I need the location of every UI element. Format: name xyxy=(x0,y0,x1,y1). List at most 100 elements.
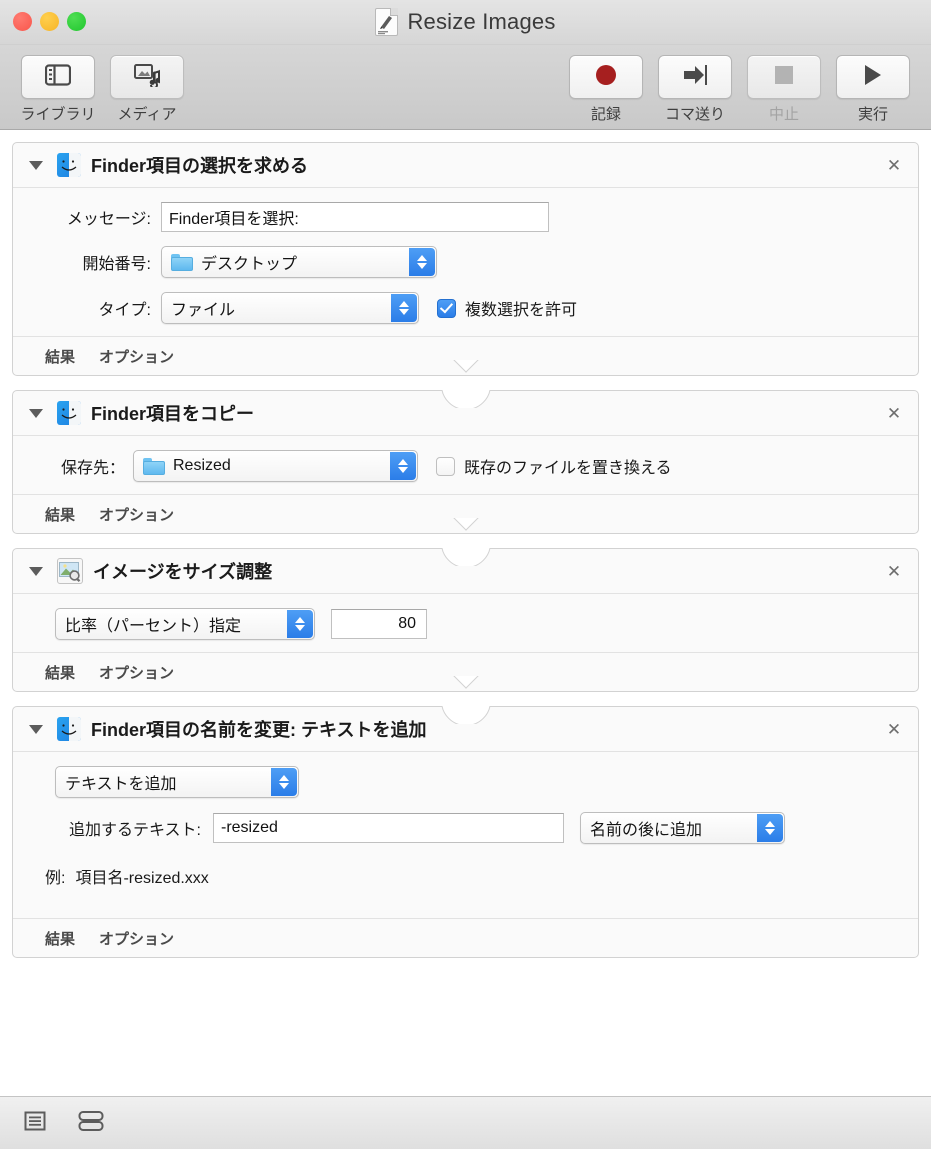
run-play-icon xyxy=(862,63,884,92)
disclosure-triangle-icon[interactable] xyxy=(29,724,43,734)
workflow-canvas: Finder項目の選択を求める ✕ メッセージ: Finder項目を選択: 開始… xyxy=(0,130,931,1096)
action-block-rename-finder-items: Finder項目の名前を変更: テキストを追加 ✕ テキストを追加 追加するテキ… xyxy=(12,706,919,958)
finder-icon xyxy=(57,153,81,177)
action-header[interactable]: Finder項目の名前を変更: テキストを追加 ✕ xyxy=(13,707,918,752)
action-footer: 結果 オプション xyxy=(13,494,918,533)
results-link[interactable]: 結果 xyxy=(45,346,75,367)
start-at-popup[interactable]: デスクトップ xyxy=(161,246,437,278)
maximize-window-button[interactable] xyxy=(67,12,86,31)
scale-mode-row: 比率（パーセント）指定 80 xyxy=(29,608,902,640)
close-window-button[interactable] xyxy=(13,12,32,31)
type-label: タイプ: xyxy=(98,302,151,319)
message-label: メッセージ: xyxy=(66,211,151,228)
allow-multiple-checkbox-label: 複数選択を許可 xyxy=(465,302,578,319)
results-link[interactable]: 結果 xyxy=(45,928,75,949)
stepper-chevrons-icon[interactable] xyxy=(287,610,313,638)
action-title: Finder項目をコピー xyxy=(91,404,255,424)
library-button[interactable] xyxy=(21,55,95,99)
minimize-window-button[interactable] xyxy=(40,12,59,31)
stop-square-icon xyxy=(773,64,795,91)
replace-existing-checkbox-label: 既存のファイルを置き換える xyxy=(464,460,672,477)
action-header[interactable]: イメージをサイズ調整 ✕ xyxy=(13,549,918,594)
start-at-row: 開始番号: デスクトップ xyxy=(29,246,902,278)
stepper-chevrons-icon[interactable] xyxy=(757,814,783,842)
destination-popup[interactable]: Resized xyxy=(133,450,418,482)
close-icon[interactable]: ✕ xyxy=(884,719,904,739)
run-button[interactable] xyxy=(836,55,910,99)
action-footer: 結果 オプション xyxy=(13,652,918,691)
options-link[interactable]: オプション xyxy=(99,346,174,367)
blue-folder-icon xyxy=(143,457,165,475)
action-title: イメージをサイズ調整 xyxy=(93,562,273,582)
allow-multiple-checkbox-wrap[interactable]: 複数選択を許可 xyxy=(437,296,577,320)
scale-mode-popup-value: 比率（パーセント）指定 xyxy=(65,618,242,635)
results-link[interactable]: 結果 xyxy=(45,662,75,683)
replace-existing-checkbox-wrap[interactable]: 既存のファイルを置き換える xyxy=(436,454,672,478)
type-popup[interactable]: ファイル xyxy=(161,292,419,324)
start-at-popup-value: デスクトップ xyxy=(201,256,298,273)
add-text-input[interactable]: -resized xyxy=(213,813,564,843)
destination-row: 保存先： Resized 既存のファイルを置き換える xyxy=(29,450,902,482)
action-header[interactable]: Finder項目の選択を求める ✕ xyxy=(13,143,918,188)
finder-icon xyxy=(57,717,81,741)
record-circle-icon xyxy=(594,63,618,92)
image-resize-icon xyxy=(57,558,83,584)
add-position-popup[interactable]: 名前の後に追加 xyxy=(580,812,785,844)
close-icon[interactable]: ✕ xyxy=(884,155,904,175)
toolbar-left-group: ライブラリ メディア xyxy=(20,55,184,124)
scale-mode-popup[interactable]: 比率（パーセント）指定 xyxy=(55,608,315,640)
toolbar-item-run[interactable]: 実行 xyxy=(836,55,910,124)
close-icon[interactable]: ✕ xyxy=(884,561,904,581)
toolbar-item-library[interactable]: ライブラリ xyxy=(20,55,96,124)
example-label: 例: xyxy=(45,870,66,887)
message-input[interactable]: Finder項目を選択: xyxy=(161,202,549,232)
split-view-button[interactable] xyxy=(76,1110,106,1136)
toolbar-item-step[interactable]: コマ送り xyxy=(658,55,732,124)
scale-value-input[interactable]: 80 xyxy=(331,609,427,639)
disclosure-triangle-icon[interactable] xyxy=(29,160,43,170)
library-button-label: ライブラリ xyxy=(20,106,96,123)
toolbar-right-group: 記録 コマ送り 中止 実行 xyxy=(569,55,910,124)
blue-folder-icon xyxy=(171,253,193,271)
action-footer: 結果 オプション xyxy=(13,918,918,957)
disclosure-triangle-icon[interactable] xyxy=(29,408,43,418)
results-link[interactable]: 結果 xyxy=(45,504,75,525)
options-link[interactable]: オプション xyxy=(99,504,174,525)
list-view-icon xyxy=(23,1109,47,1138)
media-button-label: メディア xyxy=(117,106,177,123)
rename-mode-row: テキストを追加 xyxy=(29,766,902,798)
action-footer: 結果 オプション xyxy=(13,336,918,375)
action-title: Finder項目の名前を変更: テキストを追加 xyxy=(91,720,427,740)
stepper-chevrons-icon[interactable] xyxy=(390,452,416,480)
stop-button-label: 中止 xyxy=(768,106,799,123)
options-link[interactable]: オプション xyxy=(99,928,174,949)
stepper-chevrons-icon[interactable] xyxy=(271,768,297,796)
add-text-row: 追加するテキスト: -resized 名前の後に追加 xyxy=(29,812,902,844)
stepper-chevrons-icon[interactable] xyxy=(409,248,435,276)
stop-button xyxy=(747,55,821,99)
run-button-label: 実行 xyxy=(857,106,888,123)
allow-multiple-checkbox[interactable] xyxy=(437,298,456,318)
replace-existing-checkbox[interactable] xyxy=(436,456,455,476)
automator-workflow-document-icon xyxy=(375,8,399,36)
action-body: メッセージ: Finder項目を選択: 開始番号: デスクトップ タイプ: ファ… xyxy=(13,188,918,336)
message-row: メッセージ: Finder項目を選択: xyxy=(29,202,902,232)
title-bar: Resize Images xyxy=(0,0,931,45)
close-icon[interactable]: ✕ xyxy=(884,403,904,423)
step-button[interactable] xyxy=(658,55,732,99)
log-view-button[interactable] xyxy=(20,1110,50,1136)
split-view-icon xyxy=(77,1109,105,1138)
toolbar-item-record[interactable]: 記録 xyxy=(569,55,643,124)
action-block-copy-finder-items: Finder項目をコピー ✕ 保存先： Resized 既存のファイルを置き換え… xyxy=(12,390,919,534)
record-button-label: 記録 xyxy=(590,106,621,123)
options-link[interactable]: オプション xyxy=(99,662,174,683)
rename-mode-popup[interactable]: テキストを追加 xyxy=(55,766,299,798)
record-button[interactable] xyxy=(569,55,643,99)
action-block-ask-for-finder-items: Finder項目の選択を求める ✕ メッセージ: Finder項目を選択: 開始… xyxy=(12,142,919,376)
media-button[interactable] xyxy=(110,55,184,99)
action-header[interactable]: Finder項目をコピー ✕ xyxy=(13,391,918,436)
toolbar-item-media[interactable]: メディア xyxy=(110,55,184,124)
library-sidebar-icon xyxy=(44,63,72,91)
stepper-chevrons-icon[interactable] xyxy=(391,294,417,322)
disclosure-triangle-icon[interactable] xyxy=(29,566,43,576)
